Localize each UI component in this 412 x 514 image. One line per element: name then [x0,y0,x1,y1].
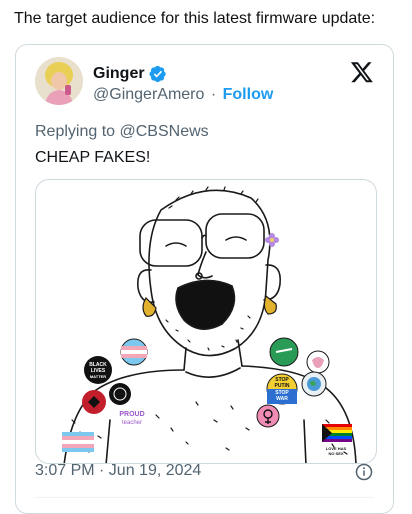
open-mouth [175,279,236,330]
green-badge [269,337,299,367]
blm-text-3: MATTER [90,374,106,379]
handle-row: @GingerAmero · Follow [93,85,273,105]
left-earring [142,297,157,317]
embedded-tweet-card[interactable]: Ginger @GingerAmero · Follow Replying to… [15,44,394,514]
stop-text-2: PUTIN [275,383,290,389]
ear-flower [265,233,279,247]
info-icon[interactable] [355,463,373,481]
soyjak-illustration: BLACK LIVES MATTER STOP PUTIN STOP WAR P… [62,186,357,463]
proud-text-1: PROUD [119,411,144,418]
tweet-timestamp[interactable]: 3:07 PM · Jun 19, 2024 [35,461,201,481]
verified-badge-icon [149,65,166,83]
post-caption: The target audience for this latest firm… [14,10,376,27]
handle-separator: · [210,86,217,103]
card-divider [35,497,374,498]
replying-prefix: Replying to [35,123,116,140]
tweet-media-image[interactable]: BLACK LIVES MATTER STOP PUTIN STOP WAR P… [35,179,377,464]
avatar-image [35,57,83,105]
proud-text-2: teacher [122,420,142,426]
tweet-text: CHEAP FAKES! [35,149,151,166]
love-text-2: NO SEX [328,451,343,456]
glasses-right-lens [205,213,265,259]
x-logo-icon[interactable] [350,60,374,84]
replying-mention-link[interactable]: @CBSNews [120,123,209,140]
replying-to-line: Replying to @CBSNews [35,122,209,142]
avatar[interactable] [35,57,83,105]
follow-button[interactable]: Follow [223,86,274,103]
author-handle[interactable]: @GingerAmero [93,86,204,103]
display-name[interactable]: Ginger [93,64,145,84]
trans-flag-patch [62,432,94,452]
stop-text-4: WAR [276,396,288,402]
pride-flag-patch: LOVE HAS NO SEX [322,424,352,456]
dark-circle-badge [109,383,131,405]
author-name-row: Ginger [93,64,167,84]
